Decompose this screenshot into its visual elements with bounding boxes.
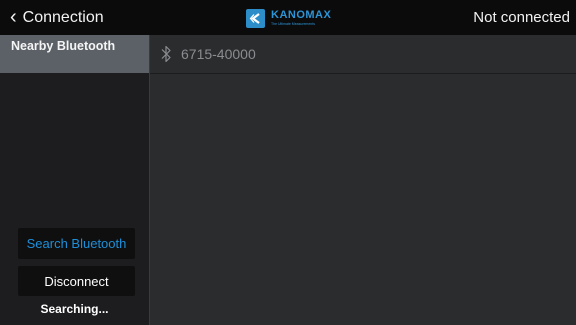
device-list-item[interactable]: 6715-40000 [150,35,576,74]
device-name: 6715-40000 [181,46,256,62]
sidebar-item-label: Nearby Bluetooth [11,39,116,53]
top-bar: ‹ Connection KANOMAX The Ultimate Measur… [0,0,576,35]
bluetooth-icon [161,45,171,63]
disconnect-button[interactable]: Disconnect [18,266,135,296]
logo-tagline: The Ultimate Measurements [271,21,315,26]
search-status-text: Searching... [40,302,109,316]
back-label: Connection [22,8,104,26]
connection-status: Not connected [473,9,570,26]
sidebar-item-nearby-bluetooth[interactable]: Nearby Bluetooth [0,35,149,73]
logo-name: KANOMAX [271,8,332,21]
kanomax-logo-icon [246,8,265,28]
brand-logo: KANOMAX The Ultimate Measurements [246,6,331,30]
search-bluetooth-button[interactable]: Search Bluetooth [18,228,135,259]
back-button[interactable]: ‹ Connection [10,0,104,35]
chevron-left-icon: ‹ [10,5,17,28]
device-list: 6715-40000 [150,35,576,325]
sidebar: Nearby Bluetooth Search Bluetooth Discon… [0,35,150,325]
